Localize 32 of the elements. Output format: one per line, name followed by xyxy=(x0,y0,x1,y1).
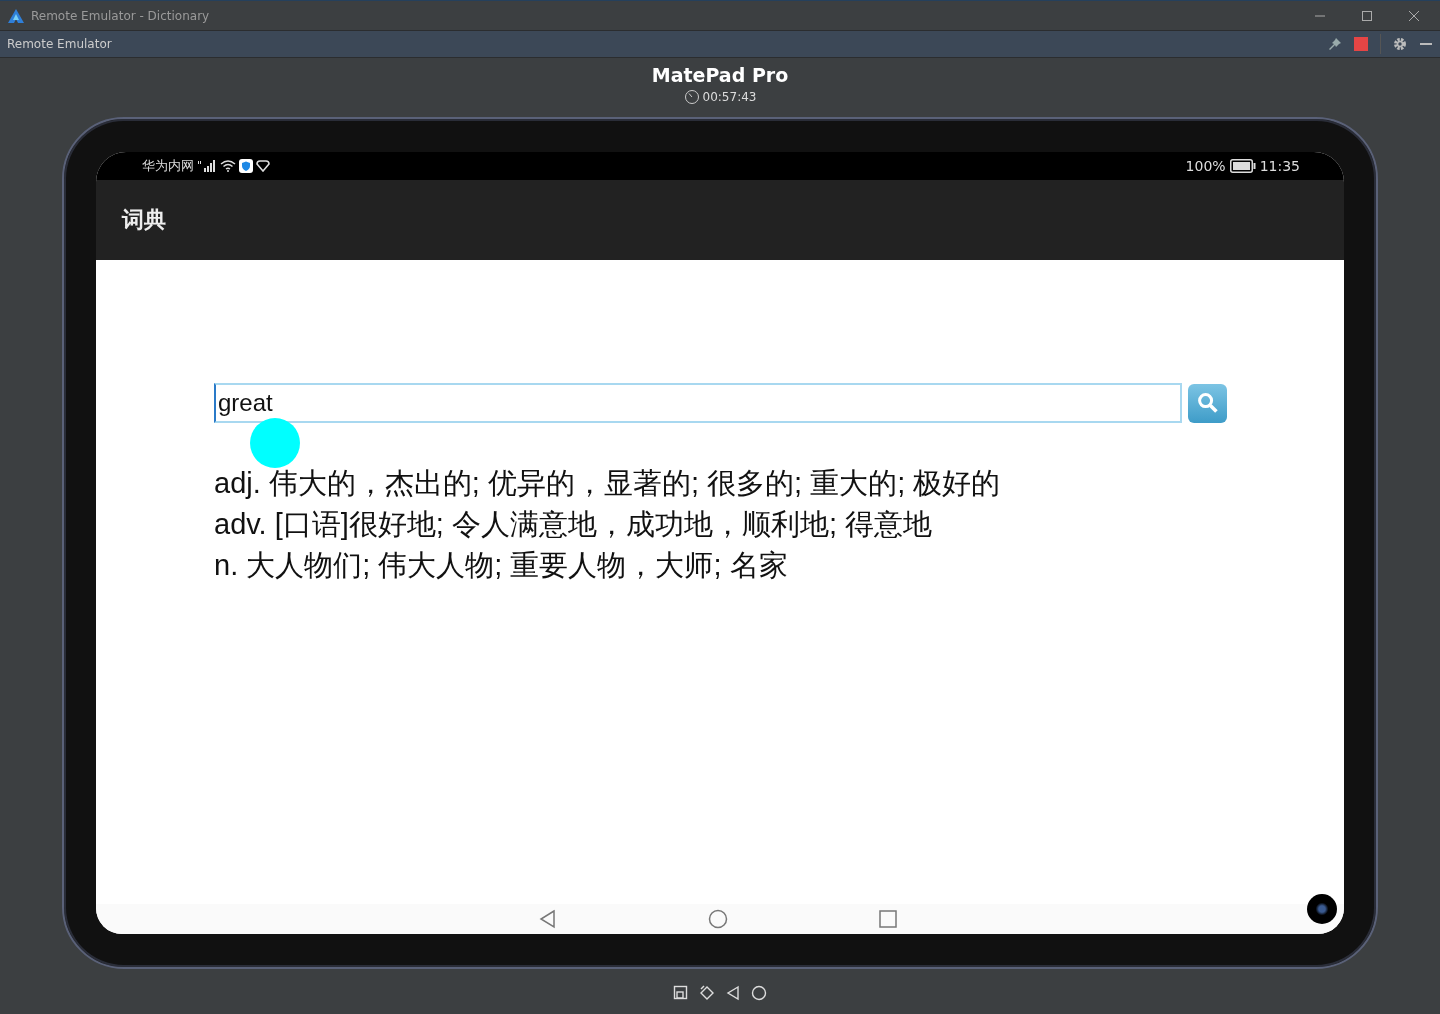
app-logo-icon xyxy=(8,8,24,23)
recents-icon[interactable] xyxy=(878,909,898,929)
signal-icon xyxy=(197,160,217,172)
search-button[interactable] xyxy=(1188,383,1227,423)
screenshot-icon[interactable] xyxy=(673,985,689,1001)
definition-line: adj. 伟大的，杰出的; 优异的，显著的; 很多的; 重大的; 极好的 xyxy=(214,466,1002,501)
maximize-icon[interactable] xyxy=(1361,9,1373,22)
pin-icon[interactable] xyxy=(1328,37,1342,51)
shield-icon xyxy=(239,159,253,173)
app-title: 词典 xyxy=(122,206,166,234)
battery-percent: 100% xyxy=(1185,158,1226,174)
floating-ball-icon[interactable] xyxy=(1307,894,1337,924)
rotate-icon[interactable] xyxy=(699,985,715,1001)
touch-indicator xyxy=(250,418,300,468)
session-timer: 00:57:43 xyxy=(702,90,757,104)
device-name: MatePad Pro xyxy=(651,64,789,86)
panel-title: Remote Emulator xyxy=(7,37,112,51)
clock: 11:35 xyxy=(1259,158,1300,174)
definition-line: adv. [口语]很好地; 令人满意地，成功地，顺利地; 得意地 xyxy=(214,507,934,542)
definition-line: n. 大人物们; 伟大人物; 重要人物，大师; 名家 xyxy=(214,548,789,583)
back-icon[interactable] xyxy=(725,985,741,1001)
home-icon[interactable] xyxy=(708,909,728,929)
search-field[interactable]: great xyxy=(214,383,1182,423)
timer-icon xyxy=(683,89,700,105)
back-icon[interactable] xyxy=(538,909,558,929)
window-title: Remote Emulator - Dictionary xyxy=(31,8,210,23)
battery-icon xyxy=(1229,159,1256,173)
wifi-icon xyxy=(220,160,236,172)
settings-icon[interactable] xyxy=(1393,37,1407,51)
close-icon[interactable] xyxy=(1408,9,1420,22)
carrier-name: 华为内网 xyxy=(142,157,194,175)
search-icon xyxy=(1195,391,1220,415)
